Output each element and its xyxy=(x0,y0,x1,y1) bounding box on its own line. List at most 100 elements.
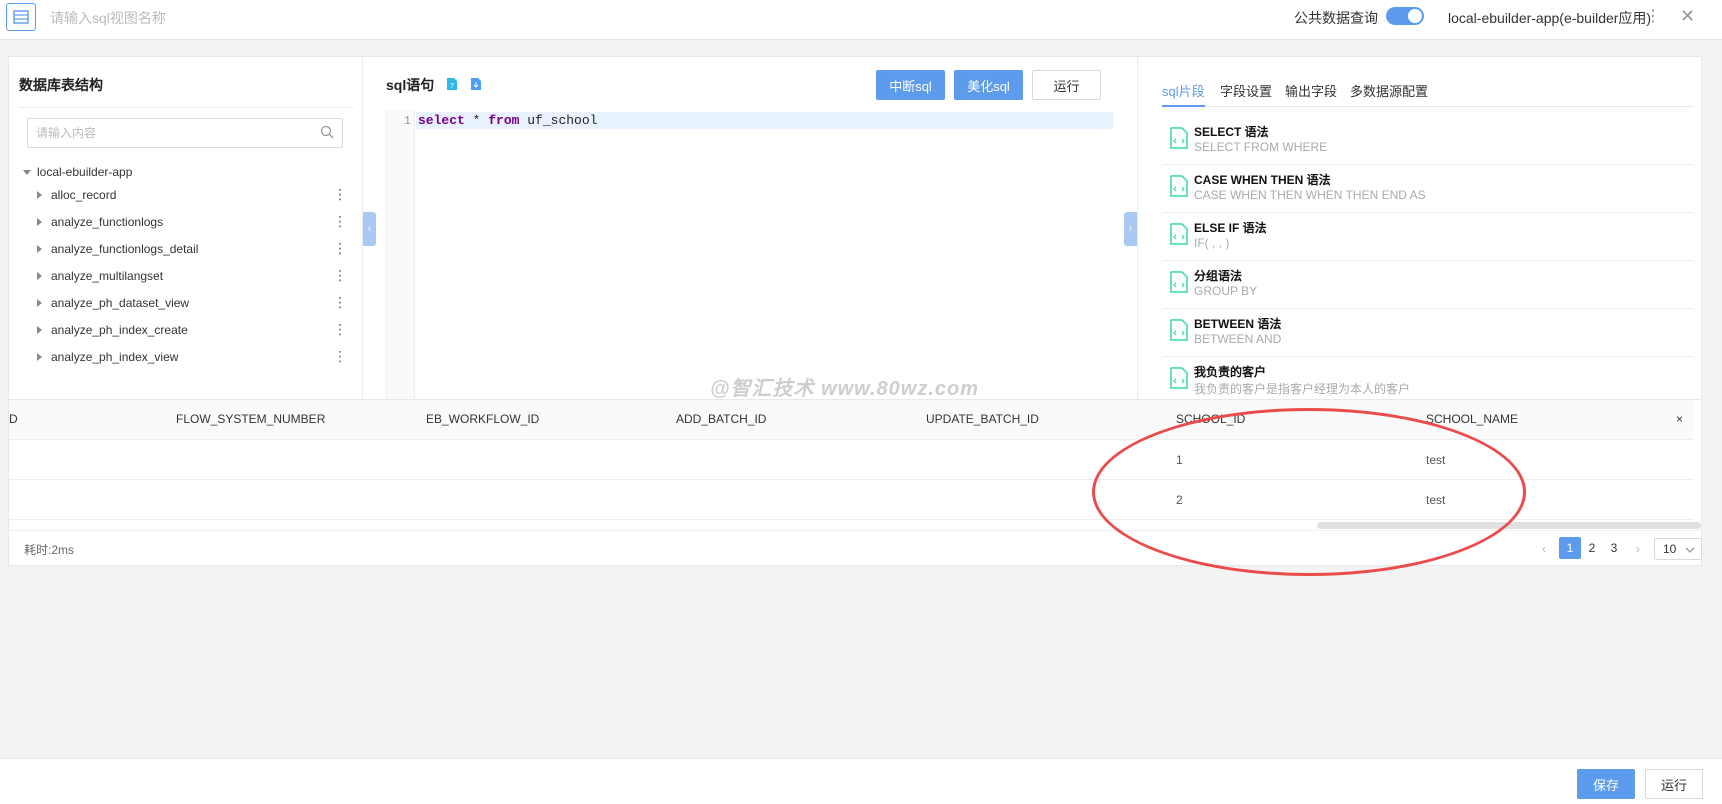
column-header: D xyxy=(9,412,18,426)
caret-right-icon xyxy=(37,191,42,199)
more-icon[interactable]: ⋮ xyxy=(333,346,347,366)
snippet-desc: CASE WHEN THEN WHEN THEN END AS xyxy=(1194,188,1426,202)
divider xyxy=(19,107,354,108)
code-file-icon xyxy=(1170,271,1188,296)
run-button[interactable]: 运行 xyxy=(1645,769,1703,799)
tree-item[interactable]: analyze_functionlogs_detail ⋮ xyxy=(37,238,357,262)
snippet-item[interactable]: ELSE IF 语法 IF( , , ) xyxy=(1162,213,1694,261)
column-header: SCHOOL_NAME xyxy=(1426,412,1519,426)
interrupt-sql-button[interactable]: 中断sql xyxy=(876,70,945,100)
line-number: 1 xyxy=(403,114,411,128)
column-header: EB_WORKFLOW_ID xyxy=(426,412,540,426)
more-icon[interactable]: ⋮ xyxy=(333,184,347,204)
view-table-icon xyxy=(6,3,36,31)
caret-right-icon xyxy=(37,299,42,307)
sql-panel: sql语句 ? 中断sql 美化sql 运行 1 select * from u… xyxy=(364,57,1144,399)
snippet-item[interactable]: BETWEEN 语法 BETWEEN AND xyxy=(1162,309,1694,357)
sql-keyword: select xyxy=(418,113,465,128)
tree-item[interactable]: alloc_record ⋮ xyxy=(37,184,357,208)
caret-right-icon xyxy=(37,218,42,226)
page-size-value: 10 xyxy=(1663,542,1677,556)
tab-field-settings[interactable]: 字段设置 xyxy=(1220,81,1272,107)
snippet-desc: 我负责的客户是指客户经理为本人的客户 xyxy=(1194,382,1411,396)
more-icon[interactable]: ⋮ xyxy=(333,211,347,231)
help-doc-icon[interactable]: ? xyxy=(446,77,458,94)
caret-right-icon xyxy=(37,353,42,361)
download-doc-icon[interactable] xyxy=(470,77,482,94)
caret-down-icon xyxy=(23,170,31,176)
more-icon[interactable]: ⋮ xyxy=(333,292,347,312)
caret-right-icon xyxy=(37,245,42,253)
next-page-icon[interactable]: › xyxy=(1627,537,1649,559)
tab-sql-snippets[interactable]: sql片段 xyxy=(1162,81,1205,107)
tree-item[interactable]: analyze_ph_index_create ⋮ xyxy=(37,319,357,343)
tree-item[interactable]: analyze_ph_dataset_view ⋮ xyxy=(37,292,357,316)
tab-multi-datasource[interactable]: 多数据源配置 xyxy=(1350,81,1428,107)
public-query-toggle[interactable] xyxy=(1386,7,1424,25)
watermark: @智汇技术 www.80wz.com xyxy=(710,378,980,400)
snippet-item[interactable]: CASE WHEN THEN 语法 CASE WHEN THEN WHEN TH… xyxy=(1162,165,1694,213)
snippet-title: SELECT 语法 xyxy=(1194,125,1269,139)
tree-item-label: analyze_ph_dataset_view xyxy=(51,296,190,310)
sql-keyword: from xyxy=(488,113,520,128)
sql-table-name: uf_school xyxy=(519,113,598,128)
snippet-tabs: sql片段 字段设置 输出字段 多数据源配置 xyxy=(1162,77,1694,107)
editor-line[interactable]: select * from uf_school xyxy=(416,112,1113,129)
tree-item-label: alloc_record xyxy=(51,188,117,202)
snippet-item[interactable]: 分组语法 GROUP BY xyxy=(1162,261,1694,309)
bottom-bar: 保存 运行 xyxy=(0,758,1722,804)
chevron-down-icon xyxy=(1685,542,1695,562)
page-button[interactable]: 1 xyxy=(1559,537,1581,559)
run-sql-button[interactable]: 运行 xyxy=(1032,70,1101,100)
tree-root[interactable]: local-ebuilder-app xyxy=(23,165,132,179)
more-icon[interactable]: ⋮ xyxy=(1645,6,1661,26)
db-structure-panel: 数据库表结构 local-ebuilder-app alloc_record⋮ … xyxy=(9,57,363,399)
tree-item[interactable]: analyze_multilangset ⋮ xyxy=(37,265,357,289)
beautify-sql-button[interactable]: 美化sql xyxy=(954,70,1023,100)
page-size-select[interactable]: 10 xyxy=(1654,538,1702,560)
elapsed-time: 耗时:2ms xyxy=(24,543,75,557)
page-button[interactable]: 2 xyxy=(1581,537,1603,559)
code-file-icon xyxy=(1170,367,1188,392)
sql-star: * xyxy=(464,113,489,128)
column-header: FLOW_SYSTEM_NUMBER xyxy=(176,412,326,426)
caret-right-icon xyxy=(37,326,42,334)
more-icon[interactable]: ⋮ xyxy=(333,265,347,285)
snippet-item[interactable]: SELECT 语法 SELECT FROM WHERE xyxy=(1162,117,1694,165)
prev-page-icon[interactable]: ‹ xyxy=(1533,537,1555,559)
snippet-title: ELSE IF 语法 xyxy=(1194,221,1267,235)
more-icon[interactable]: ⋮ xyxy=(333,238,347,258)
sql-editor[interactable]: 1 select * from uf_school xyxy=(386,110,1113,399)
page-button[interactable]: 3 xyxy=(1603,537,1625,559)
snippet-title: BETWEEN 语法 xyxy=(1194,317,1282,331)
more-icon[interactable]: ⋮ xyxy=(333,319,347,339)
tree-item[interactable]: analyze_ph_index_view ⋮ xyxy=(37,346,357,370)
snippet-title: CASE WHEN THEN 语法 xyxy=(1194,173,1331,187)
column-header: ADD_BATCH_ID xyxy=(676,412,767,426)
caret-right-icon xyxy=(37,272,42,280)
snippet-item[interactable]: 我负责的客户 我负责的客户是指客户经理为本人的客户 xyxy=(1162,357,1694,399)
code-file-icon xyxy=(1170,175,1188,200)
save-button[interactable]: 保存 xyxy=(1577,769,1635,799)
top-bar: 请输入sql视图名称 公共数据查询 local-ebuilder-app(e-b… xyxy=(0,0,1722,40)
code-file-icon xyxy=(1170,223,1188,248)
search-icon[interactable] xyxy=(320,125,334,142)
tree-item[interactable]: analyze_functionlogs ⋮ xyxy=(37,211,357,235)
snippet-desc: IF( , , ) xyxy=(1194,236,1230,250)
close-icon[interactable]: ✕ xyxy=(1680,6,1695,27)
tab-output-fields[interactable]: 输出字段 xyxy=(1285,81,1337,107)
snippet-title: 分组语法 xyxy=(1194,269,1243,283)
collapse-right-handle[interactable]: › xyxy=(1124,212,1137,246)
view-name-input[interactable]: 请输入sql视图名称 xyxy=(50,8,166,28)
snippet-title: 我负责的客户 xyxy=(1194,365,1267,379)
close-results-icon[interactable]: × xyxy=(1676,412,1683,426)
app-name: local-ebuilder-app(e-builder应用) xyxy=(1448,10,1652,26)
code-file-icon xyxy=(1170,319,1188,344)
tree-item-label: analyze_functionlogs xyxy=(51,215,164,229)
snippet-panel: sql片段 字段设置 输出字段 多数据源配置 SELECT 语法 SELECT … xyxy=(1137,57,1703,399)
column-header: UPDATE_BATCH_ID xyxy=(926,412,1039,426)
sql-panel-title: sql语句 xyxy=(386,77,435,93)
svg-text:?: ? xyxy=(450,83,454,90)
tree-search-input[interactable] xyxy=(28,119,308,147)
tree-root-label: local-ebuilder-app xyxy=(37,165,133,179)
